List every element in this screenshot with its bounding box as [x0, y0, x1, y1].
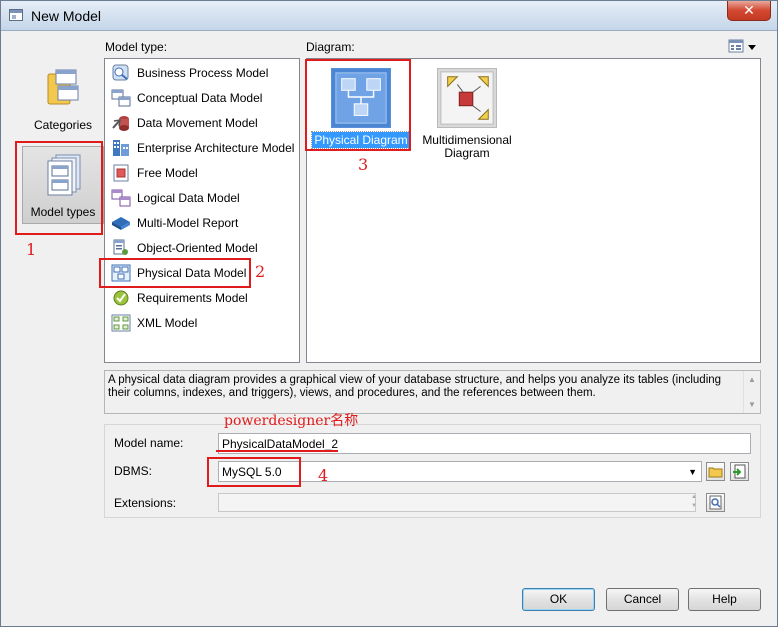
- model-type-item[interactable]: Free Model: [109, 161, 297, 185]
- extensions-label: Extensions:: [114, 496, 177, 510]
- extensions-spinner: ▲ ▼: [691, 494, 697, 509]
- requirements-model-icon: [113, 290, 129, 306]
- annotation-underline: [216, 450, 338, 452]
- folder-icon: [708, 467, 723, 478]
- description-text: A physical data diagram provides a graph…: [108, 374, 722, 399]
- model-type-label: Requirements Model: [137, 291, 248, 305]
- model-type-label: Enterprise Architecture Model: [137, 141, 295, 155]
- object-oriented-model-icon: [113, 239, 128, 255]
- annotation-powerdesigner-note: powerdesigner名称: [224, 413, 359, 429]
- dbms-properties-button[interactable]: [730, 462, 749, 481]
- model-type-label: Object-Oriented Model: [137, 241, 258, 255]
- categories-icon: [47, 69, 79, 105]
- dbms-label: DBMS:: [114, 464, 153, 478]
- free-model-icon: [113, 164, 129, 182]
- diagram-label: Diagram:: [306, 40, 355, 54]
- description-scrollbar[interactable]: ▲ ▼: [743, 371, 760, 413]
- model-type-label: Data Movement Model: [137, 116, 258, 130]
- annotation-box-4: [207, 457, 301, 487]
- model-type-item[interactable]: Multi-Model Report: [109, 211, 297, 235]
- model-type-item[interactable]: Requirements Model: [109, 286, 297, 310]
- cancel-button[interactable]: Cancel: [606, 588, 679, 611]
- browse-folder-button[interactable]: [706, 462, 725, 481]
- enterprise-architecture-model-icon: [113, 140, 129, 156]
- model-type-label: Logical Data Model: [137, 191, 240, 205]
- annotation-number-4: 4: [318, 466, 329, 485]
- annotation-box-3: [305, 59, 411, 151]
- model-type-item[interactable]: Logical Data Model: [109, 186, 297, 210]
- model-type-label: Business Process Model: [137, 66, 269, 80]
- model-name-label: Model name:: [114, 436, 184, 450]
- close-button[interactable]: ✕: [727, 1, 771, 21]
- logical-data-model-icon: [111, 189, 131, 207]
- annotation-box-1: [15, 141, 103, 235]
- model-type-item[interactable]: Data Movement Model: [109, 111, 297, 135]
- model-type-item[interactable]: Object-Oriented Model: [109, 236, 297, 260]
- model-type-item[interactable]: XML Model: [109, 311, 297, 335]
- category-label: Categories: [33, 118, 93, 132]
- title-bar[interactable]: New Model ✕: [1, 1, 777, 31]
- multidimensional-diagram-icon: [437, 68, 497, 128]
- model-type-label: Multi-Model Report: [137, 216, 239, 230]
- ok-button[interactable]: OK: [522, 588, 595, 611]
- conceptual-data-model-icon: [111, 89, 131, 107]
- multi-model-report-icon: [112, 217, 130, 230]
- xml-model-icon: [111, 314, 131, 332]
- diagram-label: Multidimensional Diagram: [422, 133, 512, 160]
- model-type-list[interactable]: Business Process Model Conceptual Data M…: [104, 58, 300, 363]
- model-type-item[interactable]: Enterprise Architecture Model: [109, 136, 297, 160]
- annotation-number-2: 2: [255, 262, 266, 281]
- model-type-label: Free Model: [137, 166, 198, 180]
- window-title: New Model: [31, 8, 102, 24]
- scroll-up-icon[interactable]: ▲: [748, 373, 756, 386]
- chevron-down-icon[interactable]: ▼: [688, 467, 697, 477]
- extensions-select-button[interactable]: [706, 493, 725, 512]
- business-process-model-icon: [112, 64, 129, 81]
- scroll-down-icon[interactable]: ▼: [748, 398, 756, 411]
- category-item-categories[interactable]: Categories: [22, 60, 104, 138]
- dialog-client-area: Categories Model types 1 Model type: Dia…: [8, 32, 770, 620]
- model-type-label: Conceptual Data Model: [137, 91, 263, 105]
- annotation-number-3: 3: [358, 155, 369, 174]
- view-mode-icon[interactable]: [728, 39, 760, 55]
- annotation-box-2: [99, 258, 251, 288]
- model-description: A physical data diagram provides a graph…: [104, 370, 761, 414]
- document-arrow-icon: [733, 464, 746, 479]
- new-model-dialog: New Model ✕ Categories Model types 1 Mod…: [0, 0, 778, 627]
- model-type-item[interactable]: Business Process Model: [109, 61, 297, 85]
- model-type-label: Model type:: [105, 40, 168, 54]
- magnifier-icon: [709, 495, 722, 510]
- window-app-icon: [9, 9, 23, 21]
- model-type-item[interactable]: Conceptual Data Model: [109, 86, 297, 110]
- help-button[interactable]: Help: [688, 588, 761, 611]
- annotation-number-1: 1: [26, 240, 37, 259]
- data-movement-model-icon: [112, 116, 129, 131]
- model-type-label: XML Model: [137, 316, 198, 330]
- extensions-input: [218, 493, 696, 512]
